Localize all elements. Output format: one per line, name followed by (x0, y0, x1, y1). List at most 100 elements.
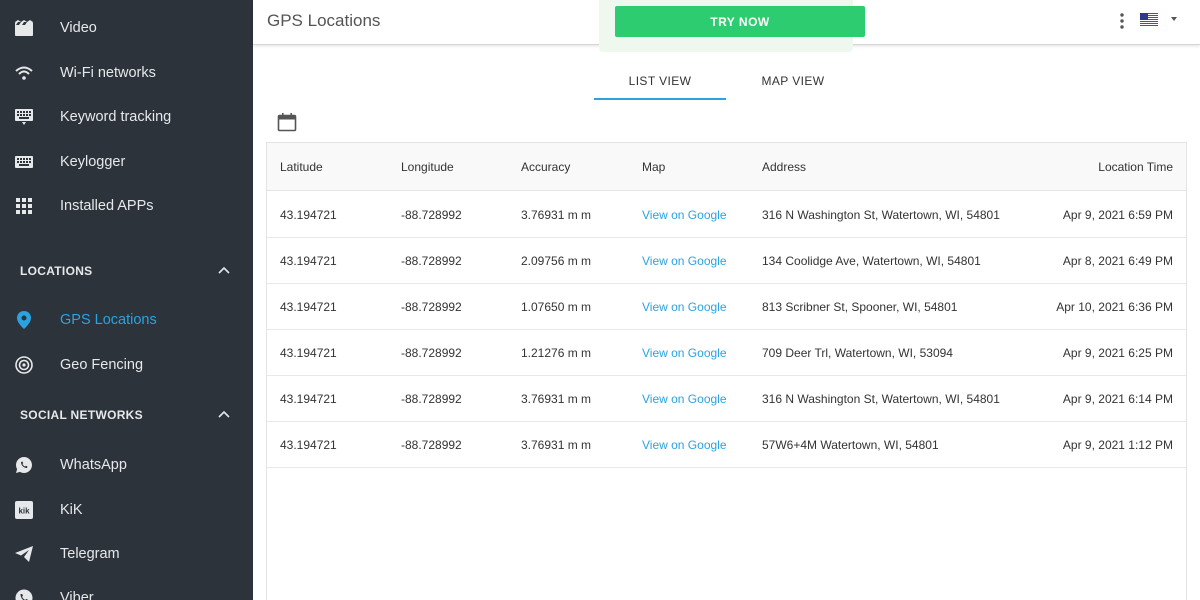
chevron-up-icon (217, 408, 231, 422)
cell-location-time: Apr 9, 2021 6:25 PM (1062, 346, 1173, 360)
cell-longitude: -88.728992 (401, 346, 462, 360)
table-row: 43.194721 -88.728992 3.76931 m m View on… (267, 192, 1186, 238)
sidebar-item-video[interactable]: Video (0, 6, 253, 50)
cell-address: 316 N Washington St, Watertown, WI, 5480… (762, 392, 1000, 406)
cell-location-time: Apr 9, 2021 1:12 PM (1062, 438, 1173, 452)
location-pin-icon (14, 310, 34, 330)
section-toggle-locations[interactable]: LOCATIONS (0, 256, 253, 286)
cell-address: 709 Deer Trl, Watertown, WI, 53094 (762, 346, 953, 360)
target-icon (14, 355, 34, 375)
view-on-google-link[interactable]: View on Google (642, 392, 727, 406)
try-now-button[interactable]: TRY NOW (615, 6, 865, 37)
cell-latitude: 43.194721 (280, 254, 337, 268)
cell-latitude: 43.194721 (280, 346, 337, 360)
telegram-icon (14, 544, 34, 564)
sidebar-item-telegram[interactable]: Telegram (0, 532, 253, 576)
section-header: LOCATIONS (20, 264, 93, 278)
cell-accuracy: 3.76931 m m (521, 208, 592, 222)
sidebar-item-label: Keyword tracking (60, 109, 172, 125)
cell-longitude: -88.728992 (401, 208, 462, 222)
sidebar-item-whatsapp[interactable]: WhatsApp (0, 443, 253, 487)
cell-address: 813 Scribner St, Spooner, WI, 54801 (762, 300, 958, 314)
column-header-accuracy: Accuracy (521, 160, 571, 174)
sidebar-item-geo-fencing[interactable]: Geo Fencing (0, 343, 253, 387)
page-title: GPS Locations (267, 11, 381, 30)
view-on-google-link[interactable]: View on Google (642, 346, 727, 360)
sidebar-item-wifi-networks[interactable]: Wi-Fi networks (0, 51, 253, 95)
cell-accuracy: 1.21276 m m (521, 346, 592, 360)
sidebar-item-label: WhatsApp (60, 457, 127, 473)
table-row: 43.194721 -88.728992 3.76931 m m View on… (267, 422, 1186, 468)
cell-address: 57W6+4M Watertown, WI, 54801 (762, 438, 939, 452)
view-on-google-link[interactable]: View on Google (642, 254, 727, 268)
us-flag-icon[interactable] (1140, 13, 1158, 26)
sidebar-item-label: Installed APPs (60, 198, 154, 214)
cell-accuracy: 1.07650 m m (521, 300, 592, 314)
active-tab-indicator (594, 98, 726, 100)
cell-longitude: -88.728992 (401, 300, 462, 314)
table-row: 43.194721 -88.728992 2.09756 m m View on… (267, 238, 1186, 284)
table-header: Latitude Longitude Accuracy Map Address … (267, 143, 1186, 191)
sidebar-item-installed-apps[interactable]: Installed APPs (0, 184, 253, 228)
tab-list-view[interactable]: LIST VIEW (594, 62, 726, 100)
cell-address: 316 N Washington St, Watertown, WI, 5480… (762, 208, 1000, 222)
language-dropdown-caret-icon[interactable] (1171, 17, 1177, 21)
cell-location-time: Apr 10, 2021 6:36 PM (1056, 300, 1173, 314)
sidebar-item-gps-locations[interactable]: GPS Locations (0, 298, 253, 342)
sidebar-item-label: Wi-Fi networks (60, 65, 156, 81)
chevron-up-icon (217, 264, 231, 278)
view-on-google-link[interactable]: View on Google (642, 208, 727, 222)
table-row: 43.194721 -88.728992 3.76931 m m View on… (267, 376, 1186, 422)
table-row: 43.194721 -88.728992 1.07650 m m View on… (267, 284, 1186, 330)
sidebar-item-label: GPS Locations (60, 312, 157, 328)
cell-address: 134 Coolidge Ave, Watertown, WI, 54801 (762, 254, 981, 268)
cell-latitude: 43.194721 (280, 300, 337, 314)
sidebar-item-kik[interactable]: kik KiK (0, 488, 253, 532)
section-toggle-social-networks[interactable]: SOCIAL NETWORKS (0, 400, 253, 430)
view-on-google-link[interactable]: View on Google (642, 300, 727, 314)
tab-map-view[interactable]: MAP VIEW (727, 62, 859, 100)
kik-icon: kik (14, 500, 34, 520)
cell-accuracy: 3.76931 m m (521, 392, 592, 406)
sidebar-item-viber[interactable]: Viber (0, 576, 253, 600)
sidebar-item-label: Viber (60, 590, 94, 600)
sidebar-item-keylogger[interactable]: Keylogger (0, 140, 253, 184)
column-header-latitude: Latitude (280, 160, 323, 174)
view-on-google-link[interactable]: View on Google (642, 438, 727, 452)
try-now-banner: TRY NOW (599, 0, 865, 52)
whatsapp-icon (14, 455, 34, 475)
keyboard-icon (14, 107, 34, 127)
more-vert-icon[interactable] (1119, 12, 1125, 30)
top-bar: GPS Locations TRY NOW (253, 0, 1200, 52)
cell-location-time: Apr 9, 2021 6:59 PM (1062, 208, 1173, 222)
sidebar-item-label: Geo Fencing (60, 357, 144, 373)
video-icon (14, 18, 34, 38)
column-header-map: Map (642, 160, 666, 174)
cell-location-time: Apr 8, 2021 6:49 PM (1062, 254, 1173, 268)
sidebar-item-label: Keylogger (60, 154, 126, 170)
cell-latitude: 43.194721 (280, 208, 337, 222)
keyboard-icon (14, 152, 34, 172)
calendar-icon[interactable] (277, 112, 297, 132)
column-header-address: Address (762, 160, 807, 174)
apps-grid-icon (14, 196, 34, 216)
svg-text:kik: kik (18, 507, 30, 516)
cell-longitude: -88.728992 (401, 438, 462, 452)
sidebar-item-label: Telegram (60, 546, 120, 562)
cell-longitude: -88.728992 (401, 392, 462, 406)
cell-accuracy: 2.09756 m m (521, 254, 592, 268)
cell-location-time: Apr 9, 2021 6:14 PM (1062, 392, 1173, 406)
column-header-longitude: Longitude (401, 160, 454, 174)
sidebar-item-label: Video (60, 20, 97, 36)
cell-accuracy: 3.76931 m m (521, 438, 592, 452)
viber-icon (14, 588, 34, 600)
cell-latitude: 43.194721 (280, 438, 337, 452)
cell-longitude: -88.728992 (401, 254, 462, 268)
cell-latitude: 43.194721 (280, 392, 337, 406)
sidebar-item-label: KiK (60, 502, 83, 518)
sidebar: Video Wi-Fi networks Keyword tracking Ke… (0, 0, 253, 600)
table-row: 43.194721 -88.728992 1.21276 m m View on… (267, 330, 1186, 376)
sidebar-item-keyword-tracking[interactable]: Keyword tracking (0, 95, 253, 139)
column-header-location-time: Location Time (1098, 160, 1173, 174)
section-header: SOCIAL NETWORKS (20, 408, 143, 422)
